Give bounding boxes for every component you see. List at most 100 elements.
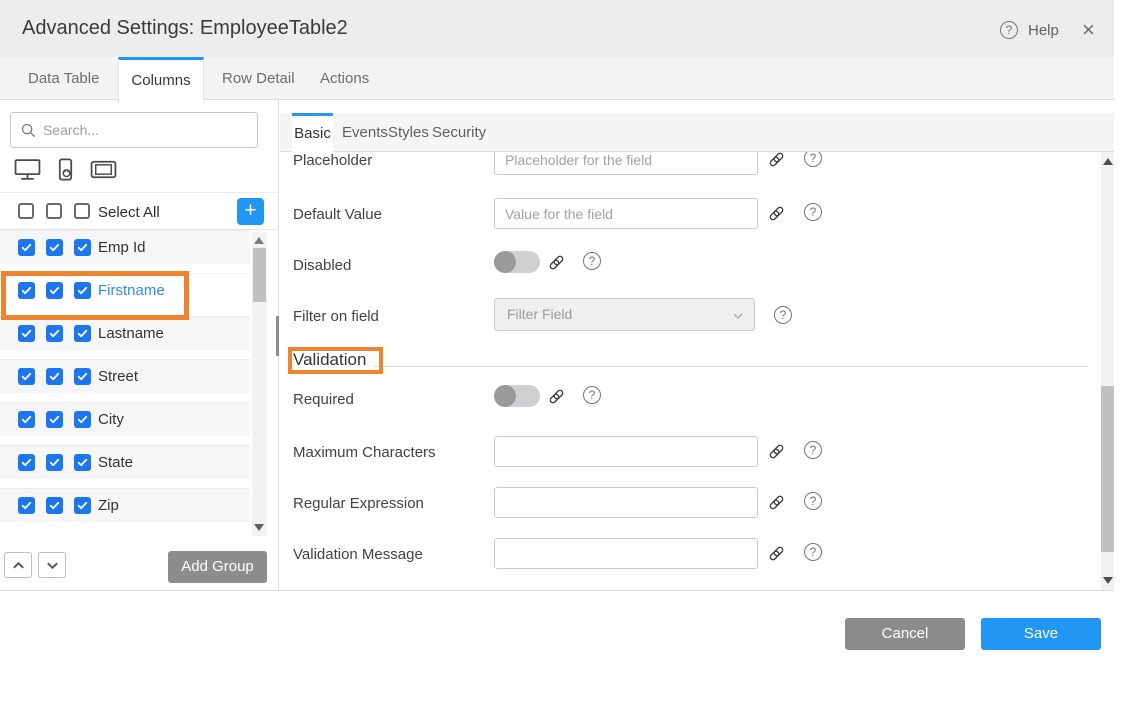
column-row-zip[interactable]: Zip	[0, 488, 250, 522]
checkbox-tablet[interactable]	[74, 239, 91, 256]
select-all-checkbox-tablet[interactable]	[74, 203, 90, 219]
field-label: Regular Expression	[293, 495, 424, 512]
tab-security[interactable]: Security	[432, 113, 486, 152]
field-label: Placeholder	[293, 152, 372, 169]
checkbox-desktop[interactable]	[18, 497, 35, 514]
tab-events[interactable]: Events	[342, 113, 388, 152]
checkbox-desktop[interactable]	[18, 368, 35, 385]
add-group-button[interactable]: Add Group	[168, 551, 267, 583]
filter-field-select[interactable]: Filter Field	[494, 298, 755, 331]
checkbox-mobile[interactable]	[46, 454, 63, 471]
tab-row-detail[interactable]: Row Detail	[222, 57, 295, 100]
tab-basic[interactable]: Basic	[292, 113, 333, 154]
help-circle-icon[interactable]: ?	[774, 306, 792, 324]
column-label[interactable]: Lastname	[98, 325, 164, 342]
search-icon	[20, 122, 37, 139]
default-value-input[interactable]	[494, 198, 758, 229]
checkbox-mobile[interactable]	[46, 325, 63, 342]
help-circle-icon[interactable]: ?	[804, 152, 822, 167]
checkbox-desktop[interactable]	[18, 325, 35, 342]
add-column-button[interactable]: +	[237, 198, 264, 225]
scroll-down-icon[interactable]	[1103, 577, 1113, 584]
move-column-down-button[interactable]	[38, 552, 66, 578]
checkbox-tablet[interactable]	[74, 497, 91, 514]
desktop-icon[interactable]	[14, 158, 41, 181]
link-icon[interactable]	[768, 443, 785, 460]
checkbox-tablet[interactable]	[74, 325, 91, 342]
help-circle-icon[interactable]: ?	[583, 252, 601, 270]
column-label[interactable]: Street	[98, 368, 138, 385]
sidebar-scrollbar[interactable]	[252, 232, 267, 536]
checkbox-mobile[interactable]	[46, 497, 63, 514]
regular-expression-input[interactable]	[494, 487, 758, 518]
checkbox-tablet[interactable]	[74, 368, 91, 385]
checkbox-tablet[interactable]	[74, 454, 91, 471]
column-label[interactable]: City	[98, 411, 124, 428]
toggle-knob	[494, 385, 516, 407]
checkbox-tablet[interactable]	[74, 411, 91, 428]
link-icon[interactable]	[768, 152, 785, 168]
chevron-up-icon	[11, 558, 26, 573]
settings-tab-bar: Data Table Columns Row Detail Actions	[0, 57, 1114, 100]
checkbox-desktop[interactable]	[18, 239, 35, 256]
field-label: Default Value	[293, 206, 382, 223]
help-link[interactable]: Help	[1028, 22, 1059, 39]
chevron-down-icon	[45, 558, 60, 573]
mobile-icon[interactable]	[52, 158, 79, 181]
validation-message-input[interactable]	[494, 538, 758, 569]
tab-columns[interactable]: Columns	[118, 57, 204, 103]
column-label[interactable]: Emp Id	[98, 239, 146, 256]
column-row-lastname[interactable]: Lastname	[0, 316, 250, 350]
cancel-button[interactable]: Cancel	[845, 618, 965, 650]
checkbox-desktop[interactable]	[18, 411, 35, 428]
checkbox-mobile[interactable]	[46, 411, 63, 428]
checkbox-mobile[interactable]	[46, 239, 63, 256]
column-row-emp-id[interactable]: Emp Id	[0, 230, 250, 264]
help-circle-icon[interactable]: ?	[804, 203, 822, 221]
column-row-firstname[interactable]: Firstname	[0, 273, 250, 307]
link-icon[interactable]	[768, 205, 785, 222]
column-label[interactable]: State	[98, 454, 133, 471]
required-toggle[interactable]	[494, 385, 540, 407]
scrollbar-thumb[interactable]	[253, 248, 266, 302]
panel-scrollbar[interactable]	[1101, 152, 1114, 590]
help-circle-icon[interactable]: ?	[804, 441, 822, 459]
checkbox-tablet[interactable]	[74, 282, 91, 299]
link-icon[interactable]	[768, 545, 785, 562]
select-all-checkbox-desktop[interactable]	[18, 203, 34, 219]
help-circle-icon[interactable]: ?	[804, 543, 822, 561]
column-label[interactable]: Zip	[98, 497, 119, 514]
tablet-icon[interactable]	[90, 158, 117, 181]
save-button[interactable]: Save	[981, 618, 1101, 650]
scroll-down-icon[interactable]	[254, 524, 264, 531]
placeholder-input[interactable]	[494, 152, 758, 175]
tab-actions[interactable]: Actions	[320, 57, 369, 100]
link-icon[interactable]	[548, 254, 565, 271]
column-row-city[interactable]: City	[0, 402, 250, 436]
maximum-characters-input[interactable]	[494, 436, 758, 467]
tab-styles[interactable]: Styles	[388, 113, 429, 152]
link-icon[interactable]	[768, 494, 785, 511]
disabled-toggle[interactable]	[494, 251, 540, 273]
close-icon[interactable]: ×	[1082, 17, 1095, 43]
column-row-state[interactable]: State	[0, 445, 250, 479]
divider	[0, 192, 279, 193]
scroll-up-icon[interactable]	[1103, 158, 1113, 165]
field-label: Validation Message	[293, 546, 423, 563]
column-label[interactable]: Firstname	[98, 282, 165, 299]
checkbox-desktop[interactable]	[18, 282, 35, 299]
checkbox-desktop[interactable]	[18, 454, 35, 471]
help-circle-icon[interactable]: ?	[1000, 21, 1018, 39]
help-circle-icon[interactable]: ?	[804, 492, 822, 510]
tab-data-table[interactable]: Data Table	[28, 57, 99, 100]
help-circle-icon[interactable]: ?	[583, 386, 601, 404]
select-all-checkbox-mobile[interactable]	[46, 203, 62, 219]
scroll-up-icon[interactable]	[254, 237, 264, 244]
checkbox-mobile[interactable]	[46, 282, 63, 299]
checkbox-mobile[interactable]	[46, 368, 63, 385]
move-column-up-button[interactable]	[4, 552, 32, 578]
search-input[interactable]	[43, 114, 251, 146]
scrollbar-thumb[interactable]	[1101, 386, 1114, 552]
link-icon[interactable]	[548, 388, 565, 405]
column-row-street[interactable]: Street	[0, 359, 250, 393]
